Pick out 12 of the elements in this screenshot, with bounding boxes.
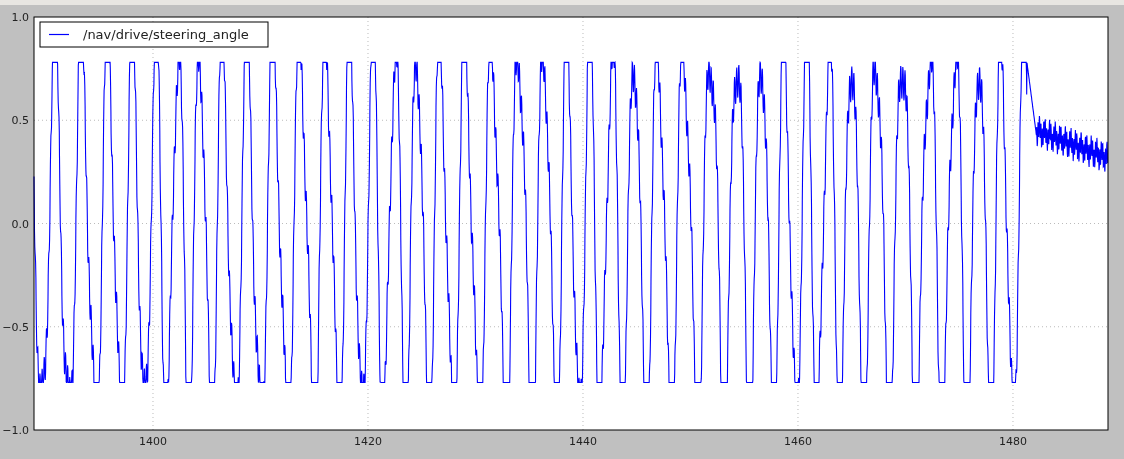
x-axis-tick-label: 1420 — [354, 435, 382, 448]
y-axis-tick-label: 0.5 — [11, 114, 29, 128]
legend-label: /nav/drive/steering_angle — [83, 27, 249, 42]
y-axis-tick-label: 1.0 — [11, 11, 29, 24]
y-axis-tick-label: −0.5 — [2, 320, 29, 334]
x-axis-tick-label: 1460 — [784, 435, 812, 448]
y-axis-tick-label: −1.0 — [2, 424, 29, 437]
x-axis-tick-label: 1400 — [139, 435, 167, 448]
x-axis-tick-label: 1440 — [569, 435, 597, 448]
x-axis-tick-label: 1480 — [998, 435, 1027, 448]
legend-line-icon — [48, 33, 70, 36]
y-axis-tick-label: 0.0 — [11, 217, 29, 231]
